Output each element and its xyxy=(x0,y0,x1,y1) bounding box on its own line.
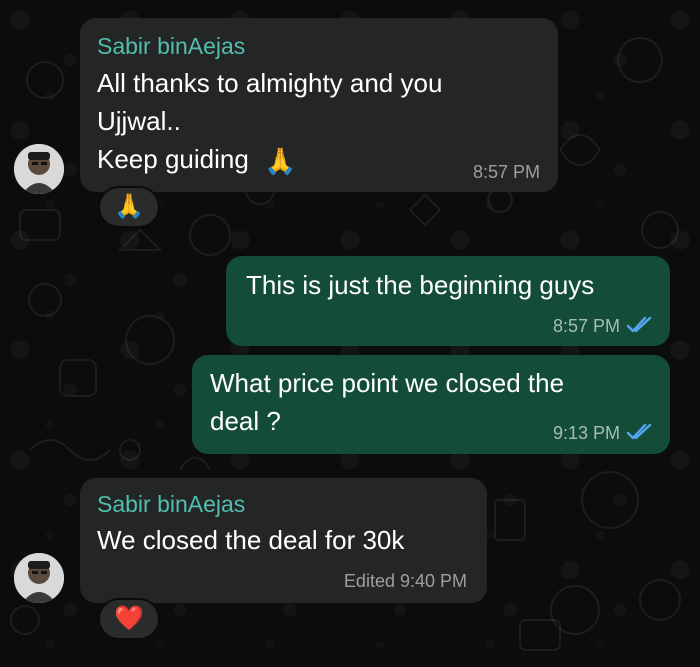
outgoing-message-bubble[interactable]: What price point we closed the deal ? 9:… xyxy=(192,355,670,454)
double-check-icon xyxy=(626,316,652,333)
avatar-image xyxy=(14,144,64,194)
message-text-line: deal ? xyxy=(210,406,281,436)
message-text: Keep guiding xyxy=(97,144,249,174)
avatar[interactable] xyxy=(14,144,64,194)
message-text-line: We closed the deal for 30k xyxy=(97,525,405,555)
sender-name[interactable]: Sabir binAejas xyxy=(97,32,245,60)
message-text-line: What price point we closed the xyxy=(210,368,565,398)
message-text-line: Ujjwal.. xyxy=(97,106,181,136)
folded-hands-emoji: 🙏 xyxy=(264,146,297,177)
message-text-line: Keep guiding 🙏 xyxy=(97,140,296,180)
message-timestamp: 8:57 PM xyxy=(552,316,620,336)
message-timestamp: Edited 9:40 PM xyxy=(343,571,467,591)
sender-name[interactable]: Sabir binAejas xyxy=(97,490,245,518)
outgoing-message-bubble[interactable]: This is just the beginning guys 8:57 PM xyxy=(226,256,670,346)
red-heart-emoji: ❤️ xyxy=(114,605,144,632)
incoming-message-bubble[interactable]: Sabir binAejas We closed the deal for 30… xyxy=(80,478,487,603)
message-reaction[interactable]: 🙏 xyxy=(98,186,160,228)
avatar-image xyxy=(14,553,64,603)
avatar[interactable] xyxy=(14,553,64,603)
message-timestamp: 9:13 PM xyxy=(552,423,620,443)
message-reaction[interactable]: ❤️ xyxy=(98,598,160,640)
message-timestamp: 8:57 PM xyxy=(472,162,540,182)
double-check-icon xyxy=(626,423,652,440)
folded-hands-emoji: 🙏 xyxy=(114,193,144,220)
incoming-message-bubble[interactable]: Sabir binAejas All thanks to almighty an… xyxy=(80,18,558,192)
message-text-line: This is just the beginning guys xyxy=(246,270,595,300)
message-text-line: All thanks to almighty and you xyxy=(97,68,443,98)
